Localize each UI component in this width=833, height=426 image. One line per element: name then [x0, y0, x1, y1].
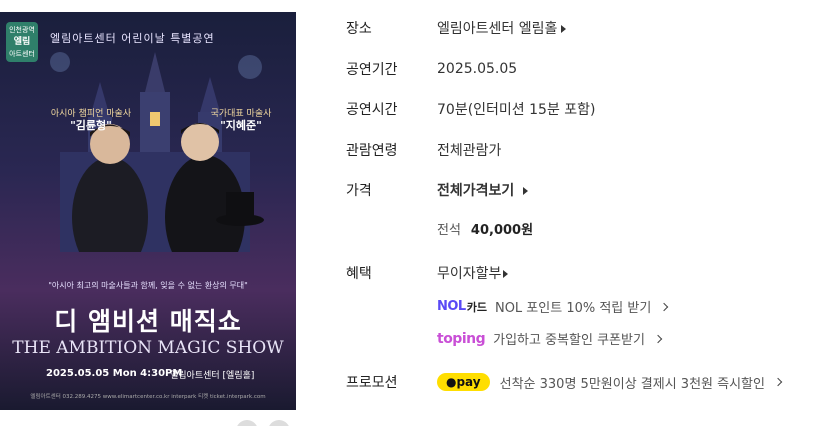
venue-value: 엘림아트센터 엘림홀 [437, 21, 558, 37]
tag-line-1: 인천광역 [9, 26, 35, 34]
poster-english-title: THE AMBITION MAGIC SHOW [12, 338, 284, 358]
nol-logo: NOL [437, 299, 466, 314]
toping-benefit-text: 가입하고 중복할인 쿠폰받기 [493, 333, 645, 348]
magician-1: 아시아 챔피언 마술사 "김륜형" [36, 108, 146, 132]
poster-pager [236, 420, 290, 426]
seat-label: 전석 [437, 223, 461, 238]
time-value: 70분(인터미션 15분 포함) [437, 102, 596, 118]
seat-price: 40,000원 [470, 223, 534, 238]
tag-line-2: 엘림 [13, 37, 31, 47]
time-row: 공연시간 70분(인터미션 15분 포함) [346, 99, 596, 119]
price-all-link[interactable]: 전체가격보기 [437, 180, 529, 200]
triangle-right-icon [561, 25, 567, 33]
installment-text: 무이자할부 [437, 266, 502, 282]
magician-1-name: "김륜형" [70, 119, 112, 132]
price-row: 가격 전체가격보기 [346, 180, 529, 200]
nol-card-label: 카드 [466, 300, 487, 314]
venue-label: 장소 [346, 21, 372, 37]
castle-illustration [50, 52, 264, 252]
nol-benefit-text: NOL 포인트 10% 적립 받기 [494, 301, 652, 316]
poster-footer: 엘림아트센터 032.289.4275 www.elimartcenter.co… [30, 394, 266, 400]
poster-date: 2025.05.05 Mon 4:30PM [46, 368, 183, 379]
kakaopay-badge: ●pay [437, 373, 490, 391]
venue-tag: 인천광역 엘림 아트센터 [6, 22, 38, 62]
age-label: 관람연령 [346, 143, 398, 159]
tag-line-3: 아트센터 [9, 50, 35, 58]
promotion-text: 선착순 330명 5만원이상 결제시 3천원 즉시할인 [499, 376, 765, 392]
poster-korean-title: 디 앰비션 매직쇼 [54, 307, 242, 336]
benefit-label: 혜택 [346, 266, 372, 282]
toping-logo: toping [437, 330, 486, 347]
price-all-text: 전체가격보기 [437, 183, 515, 199]
toping-benefit[interactable]: toping 가입하고 중복할인 쿠폰받기 [437, 329, 663, 348]
period-label: 공연기간 [346, 62, 398, 78]
triangle-right-icon [503, 270, 509, 278]
seat-price-row: 전석 40,000원 [437, 219, 533, 238]
promotion-row: 프로모션 ●pay 선착순 330명 5만원이상 결제시 3천원 즉시할인 [346, 372, 783, 392]
magician-1-title: 아시아 챔피언 마술사 [50, 109, 132, 119]
poster-venue: 엘림아트센터 [엘림홀] [170, 371, 255, 381]
age-row: 관람연령 전체관람가 [346, 140, 501, 160]
price-label: 가격 [346, 183, 372, 199]
period-value: 2025.05.05 [437, 61, 518, 77]
show-poster: 인천광역 엘림 아트센터 엘림아트센터 어린이날 특별공연 아시아 챔피언 마술… [0, 12, 296, 410]
magician-2-name: "지혜준" [220, 119, 262, 132]
pager-dot[interactable] [236, 420, 258, 426]
pager-dot[interactable] [268, 420, 290, 426]
installment-link[interactable]: 무이자할부 [437, 263, 509, 283]
promotion-label: 프로모션 [346, 375, 398, 391]
triangle-right-icon [523, 187, 529, 195]
venue-link[interactable]: 엘림아트센터 엘림홀 [437, 18, 567, 38]
nol-benefit[interactable]: NOL 카드 NOL 포인트 10% 적립 받기 [437, 297, 669, 316]
venue-row: 장소 엘림아트센터 엘림홀 [346, 18, 567, 38]
magician-2-title: 국가대표 마술사 [210, 109, 272, 119]
chevron-right-icon [653, 334, 663, 343]
period-row: 공연기간 2025.05.05 [346, 59, 517, 79]
chevron-right-icon [660, 302, 669, 311]
poster-tagline: "아시아 최고의 마술사들과 함께, 잊을 수 없는 환상의 무대" [48, 281, 248, 290]
poster-header: 엘림아트센터 어린이날 특별공연 [50, 32, 215, 45]
chevron-right-icon [773, 377, 783, 387]
time-label: 공연시간 [346, 102, 398, 118]
promotion-link[interactable]: ●pay 선착순 330명 5만원이상 결제시 3천원 즉시할인 [437, 373, 783, 392]
benefit-row: 혜택 무이자할부 [346, 263, 509, 283]
magician-2: 국가대표 마술사 "지혜준" [196, 108, 286, 132]
age-value: 전체관람가 [437, 143, 502, 159]
